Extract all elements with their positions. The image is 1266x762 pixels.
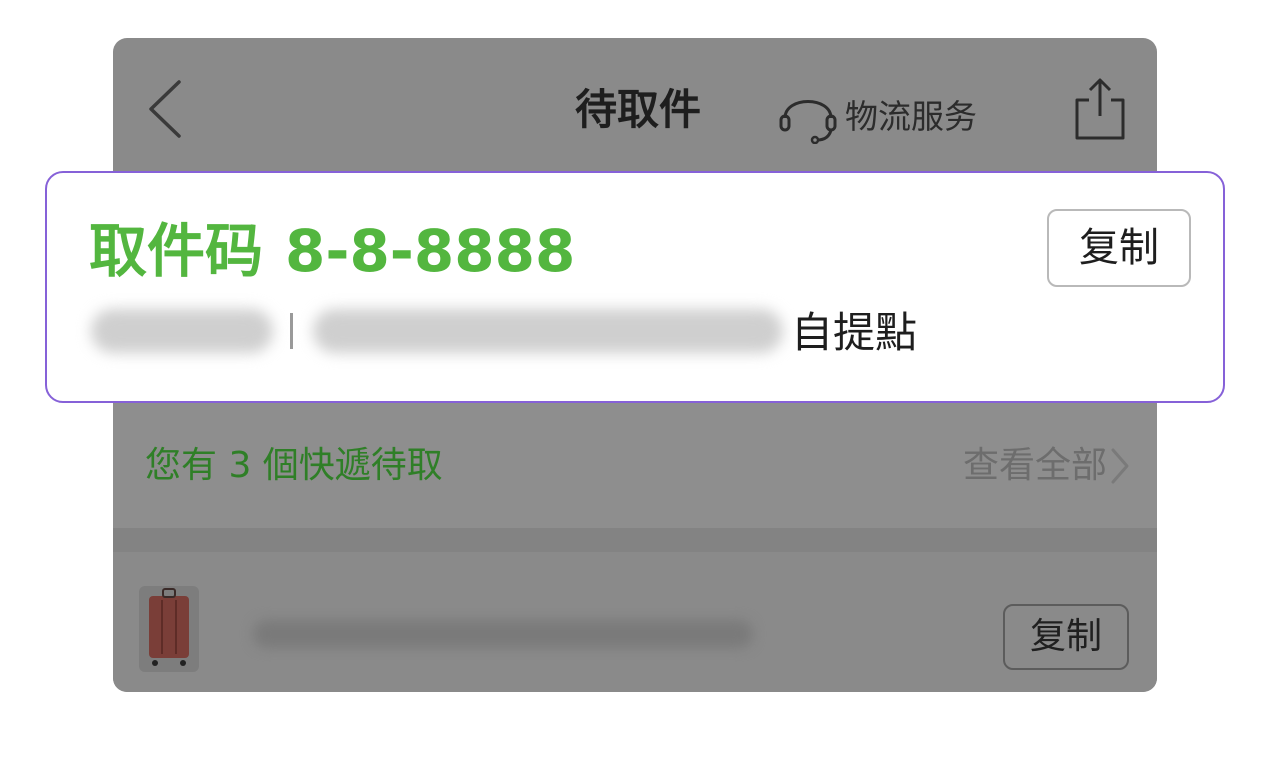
logistics-service-button[interactable]: 物流服务 [777,84,977,144]
back-button[interactable] [143,78,193,140]
section-divider [113,528,1157,552]
pending-parcels-message: 您有 3 個快遞待取 [145,445,443,486]
chevron-right-icon [1111,448,1129,484]
pickup-code-label: 取件码 [89,217,264,285]
station-name-redacted [91,309,273,353]
pending-parcels-row: 您有 3 個快遞待取 查看全部 [113,402,1157,528]
top-navigation-bar: 待取件 物流服务 [113,38,1157,180]
page-title: 待取件 [574,85,701,134]
chevron-left-icon [149,80,181,138]
pickup-location-suffix: 自提點 [791,308,918,357]
tracking-number-redacted [253,620,753,648]
view-all-label: 查看全部 [962,445,1107,486]
copy-code-button[interactable]: 复制 [1047,209,1191,287]
parcel-list-item[interactable]: 复制 [113,552,1157,692]
logistics-service-label: 物流服务 [845,97,977,136]
view-all-link[interactable]: 查看全部 [963,442,1133,490]
pickup-code-card: 取件码 8-8-8888 复制 自提點 [45,171,1225,403]
copy-tracking-button[interactable]: 复制 [1003,604,1129,670]
pickup-code-value: 8-8-8888 [285,217,576,285]
pickup-code: 取件码 8-8-8888 [89,215,575,287]
headset-icon [779,100,837,144]
share-icon [1075,78,1125,140]
suitcase-icon [149,588,189,666]
parcel-thumbnail [139,586,199,672]
address-separator [290,313,293,349]
share-button[interactable] [1071,76,1129,142]
station-address-redacted [313,309,783,353]
